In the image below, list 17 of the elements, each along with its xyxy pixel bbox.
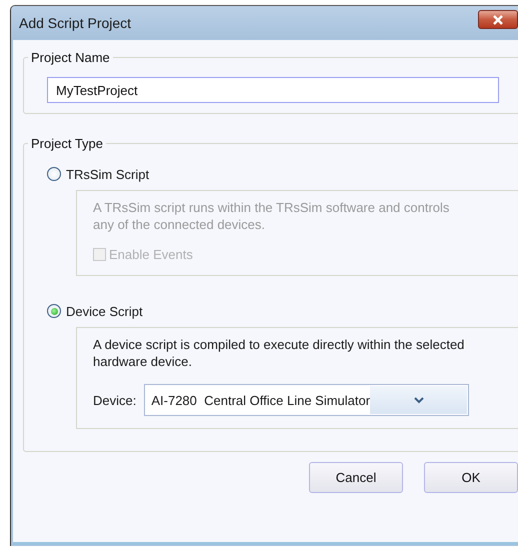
description-text: A device script is compiled to execute directly within the selected hardware device. <box>93 336 466 370</box>
project-name-field[interactable]: MyTestProject <box>47 77 499 103</box>
radio-label[interactable]: Device Script <box>66 304 143 318</box>
radio-button[interactable] <box>47 304 61 318</box>
radio-button[interactable] <box>47 167 61 181</box>
group-title: Project Type <box>30 136 104 151</box>
dialog-button[interactable]: Cancel <box>309 462 403 493</box>
radio-label[interactable]: TRsSim Script <box>66 166 150 182</box>
device-dropdown[interactable]: AI-7280 Central Office Line Simulator <box>144 384 470 416</box>
device-label: Device: <box>93 392 136 408</box>
chevron-down-icon <box>414 396 424 404</box>
description-text: A TRsSim script runs within the TRsSim software and controls any of the connected devices. <box>93 199 450 233</box>
close-button[interactable] <box>478 10 518 29</box>
group-title: Project Name <box>30 50 111 65</box>
close-icon <box>492 14 504 24</box>
dialog-button[interactable]: OK <box>424 462 518 493</box>
window-title: Add Script Project <box>19 15 132 31</box>
